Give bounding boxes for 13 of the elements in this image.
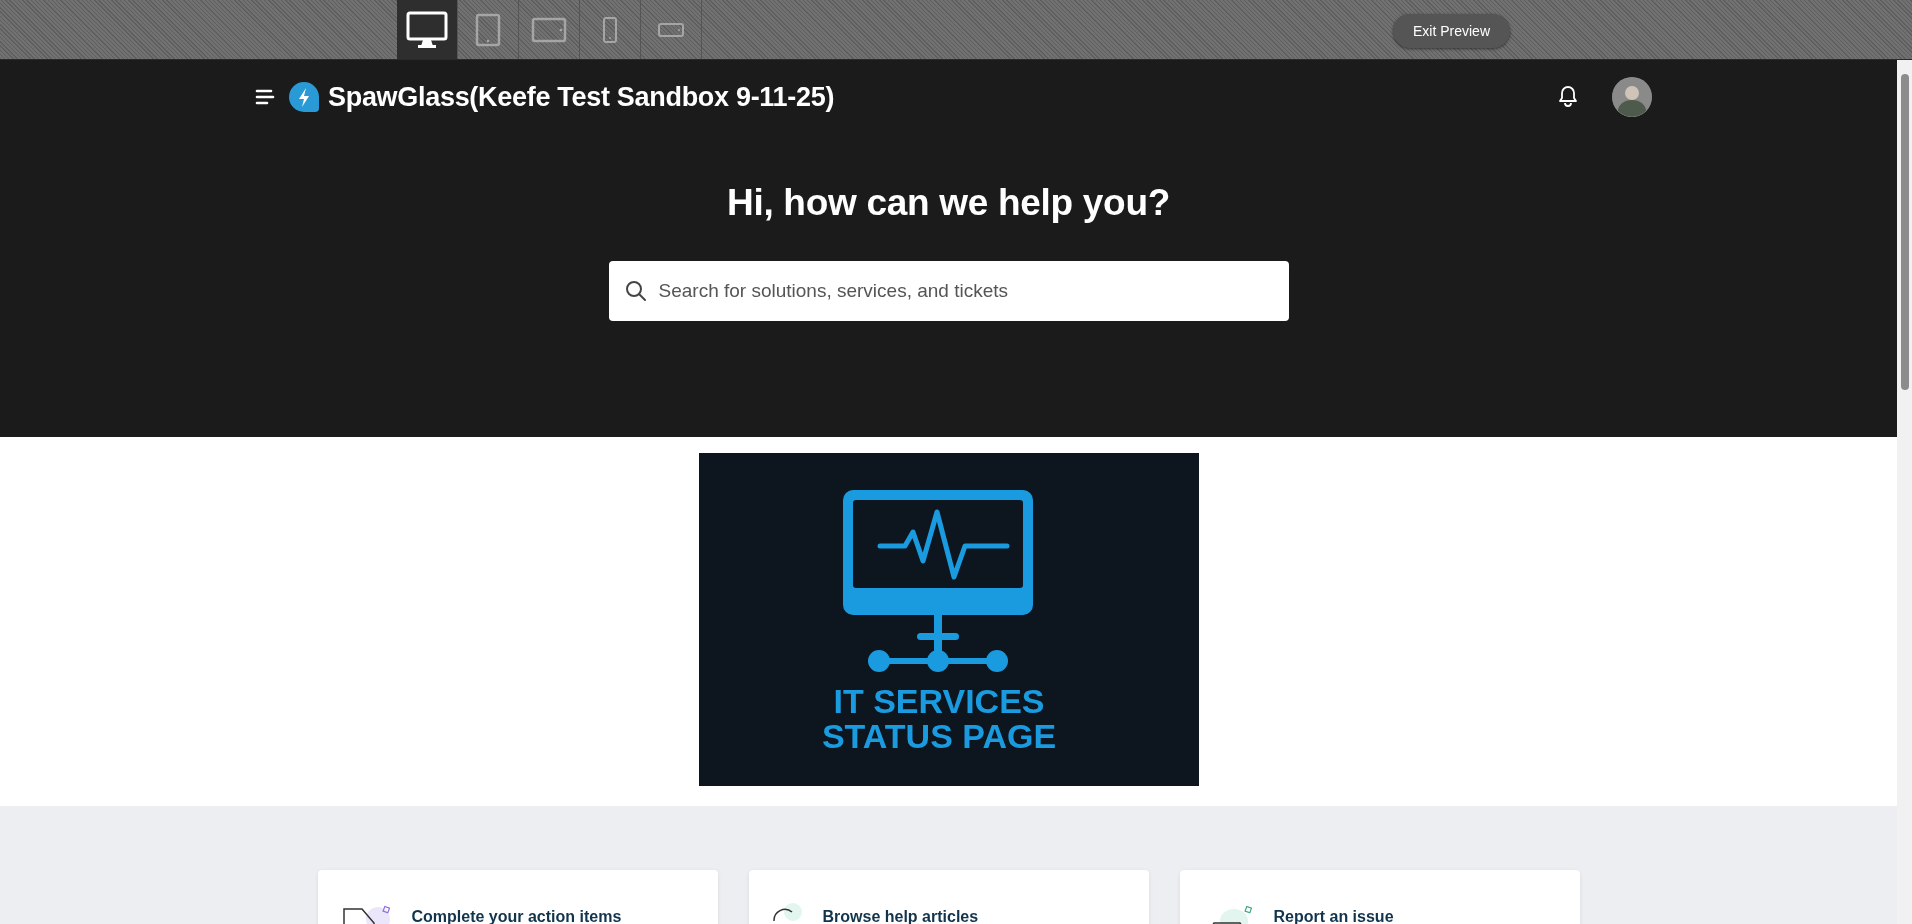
- document-icon: [341, 903, 392, 924]
- hero-heading: Hi, how can we help you?: [727, 182, 1170, 224]
- search-field[interactable]: Search for solutions, services, and tickets: [608, 261, 1289, 321]
- portal-title: SpawGlass(Keefe Test Sandbox 9-11-25): [328, 81, 836, 113]
- avatar[interactable]: [1612, 77, 1652, 117]
- banner-text: IT SERVICES: [833, 682, 1044, 720]
- notification-bell-icon[interactable]: [1558, 84, 1578, 110]
- scrollbar[interactable]: [1897, 60, 1912, 924]
- logo-icon: [288, 81, 320, 113]
- search-icon: [624, 280, 647, 302]
- desktop-preview-icon[interactable]: [397, 0, 458, 59]
- exit-preview-button[interactable]: Exit Preview: [1393, 14, 1511, 48]
- banner-text: STATUS PAGE: [821, 717, 1056, 755]
